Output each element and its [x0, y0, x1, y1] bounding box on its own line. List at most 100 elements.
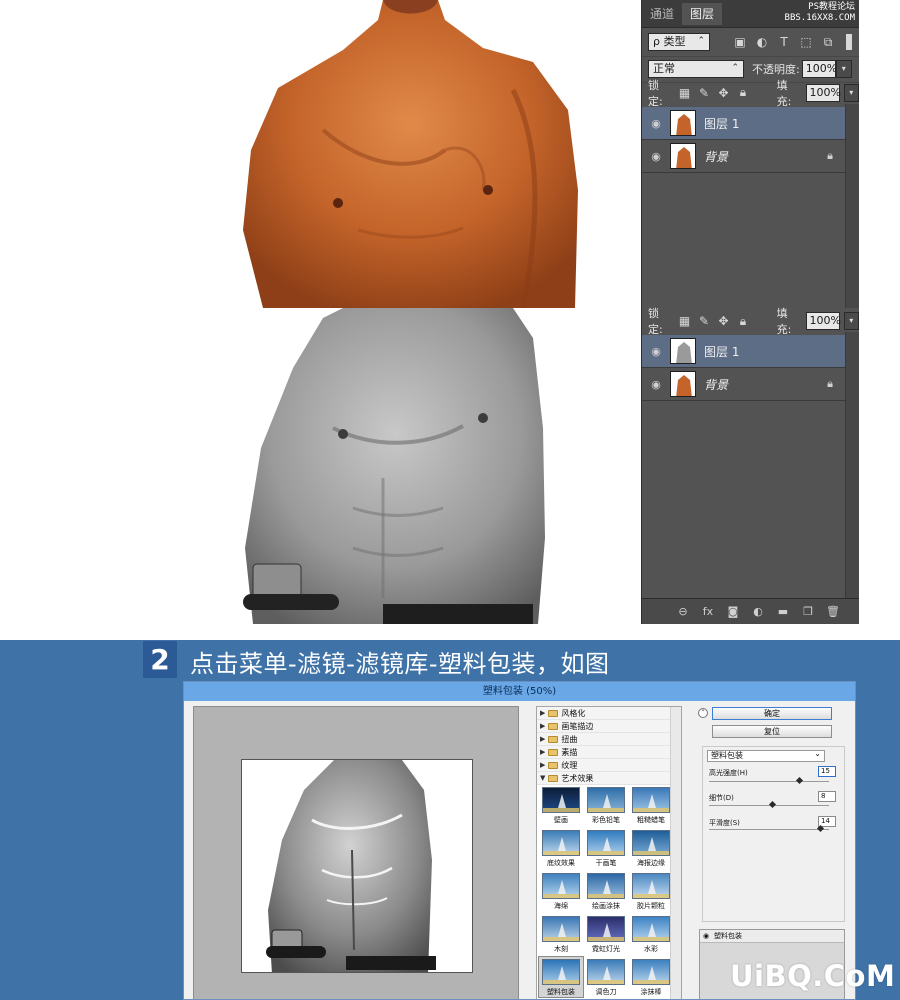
category-sketch[interactable]: ▶ 素描 — [537, 746, 681, 759]
layer-thumbnail — [670, 143, 696, 169]
filter-thumb-8[interactable]: 胶片颗粒 — [629, 871, 673, 911]
lock-position-icon[interactable]: ✥ — [716, 313, 731, 329]
link-layers-icon[interactable]: ⊖ — [675, 604, 691, 620]
smoothness-slider[interactable] — [709, 829, 829, 830]
reset-button[interactable]: 复位 — [712, 725, 832, 738]
folder-icon — [548, 748, 559, 756]
fill-input[interactable]: 100% — [805, 83, 841, 102]
filter-preview-image — [587, 830, 625, 856]
trash-icon[interactable]: 🗑︎ — [825, 604, 841, 620]
expand-triangle-icon: ▶ — [540, 721, 546, 730]
lock-transparent-icon[interactable]: ▦ — [677, 313, 692, 329]
grayscale-photo — [183, 308, 641, 624]
filter-type-select[interactable]: 塑料包装 — [707, 749, 825, 762]
layers-scrollbar[interactable] — [845, 332, 859, 598]
lock-brush-icon[interactable]: ✎ — [696, 85, 711, 101]
image-filter-icon[interactable]: ▣ — [732, 34, 748, 50]
filter-thumb-11[interactable]: 水彩 — [629, 914, 673, 954]
filter-toggle[interactable] — [846, 34, 852, 50]
layer-lock-icon: 🔒︎ — [827, 149, 833, 162]
new-adjustment-icon[interactable]: ◐ — [750, 604, 766, 620]
lock-position-icon[interactable]: ✥ — [716, 85, 731, 101]
effect-visibility-eye-icon[interactable]: ◉ — [703, 930, 709, 943]
filter-thumb-5[interactable]: 海报边缘 — [629, 828, 673, 868]
effect-layer-row[interactable]: ◉ 塑料包装 — [700, 930, 844, 943]
filter-thumb-label: 木刻 — [554, 945, 568, 953]
tab-channels[interactable]: 通道 — [642, 3, 682, 25]
filter-preview-image — [587, 787, 625, 813]
filter-thumb-2[interactable]: 粗糙蜡笔 — [629, 785, 673, 825]
layer-row-layer1[interactable]: ◉ 图层 1 — [642, 107, 845, 140]
filter-thumb-10[interactable]: 霓虹灯光 — [584, 914, 628, 954]
lock-row: 锁定: ▦ ✎ ✥ 🔒︎ 填充: 100% ▾ — [642, 79, 860, 108]
lock-transparent-icon[interactable]: ▦ — [677, 85, 692, 101]
filter-thumb-label: 调色刀 — [595, 988, 617, 996]
filter-thumb-3[interactable]: 底纹效果 — [539, 828, 583, 868]
filter-preview-image — [542, 916, 580, 942]
detail-knob[interactable] — [769, 800, 777, 809]
highlight-strength-input[interactable]: 15 — [818, 766, 836, 777]
adjustment-filter-icon[interactable]: ◐ — [754, 34, 770, 50]
color-torso-image — [183, 0, 641, 308]
tab-layers[interactable]: 图层 — [682, 2, 723, 25]
filter-thumb-12[interactable]: 塑料包装 — [538, 956, 584, 998]
new-layer-icon[interactable]: ❐ — [800, 604, 816, 620]
lock-all-icon[interactable]: 🔒︎ — [735, 313, 750, 329]
collapse-toggle-icon[interactable]: ⌃ — [698, 708, 708, 718]
category-brush-strokes[interactable]: ▶ 画笔描边 — [537, 720, 681, 733]
fill-dropdown-arrow[interactable]: ▾ — [843, 83, 860, 102]
layer-name: 背景 — [704, 377, 729, 392]
opacity-input[interactable]: 100% — [801, 60, 837, 78]
layers-scrollbar[interactable] — [845, 104, 859, 308]
category-texture[interactable]: ▶ 纹理 — [537, 759, 681, 772]
site-brand-watermark: UiBQ.CoM — [730, 959, 896, 993]
kind-filter-select[interactable]: ρ 类型 — [648, 33, 710, 51]
filter-thumb-13[interactable]: 调色刀 — [584, 957, 628, 997]
ok-button[interactable]: 确定 — [712, 707, 832, 720]
filter-thumb-1[interactable]: 彩色铅笔 — [584, 785, 628, 825]
highlight-strength-label: 高光强度(H) — [709, 769, 748, 777]
type-filter-icon[interactable]: T — [776, 34, 792, 50]
layer-thumbnail — [670, 110, 696, 136]
fill-dropdown-arrow[interactable]: ▾ — [843, 312, 860, 330]
fx-icon[interactable]: fx — [700, 604, 716, 620]
filter-thumb-label: 底纹效果 — [547, 859, 575, 867]
lock-all-icon[interactable]: 🔒︎ — [735, 85, 750, 101]
left-margin — [0, 0, 183, 640]
visibility-eye-icon[interactable]: ◉ — [642, 378, 670, 391]
filter-preview-image — [632, 787, 670, 813]
blend-mode-select[interactable]: 正常 — [648, 60, 744, 78]
filter-thumb-label: 干画笔 — [595, 859, 617, 867]
smart-object-filter-icon[interactable]: ⧉ — [820, 34, 836, 50]
add-mask-icon[interactable]: ◙ — [725, 604, 741, 620]
filter-thumb-label: 海绵 — [554, 902, 568, 910]
highlight-strength-knob[interactable] — [795, 776, 803, 785]
filter-list-scrollbar[interactable] — [670, 707, 681, 999]
visibility-eye-icon[interactable]: ◉ — [642, 345, 670, 358]
layer-row-background[interactable]: ◉ 背景 🔒︎ — [642, 368, 845, 401]
fill-input[interactable]: 100% — [805, 312, 841, 330]
visibility-eye-icon[interactable]: ◉ — [642, 150, 670, 163]
filter-thumb-0[interactable]: 壁画 — [539, 785, 583, 825]
new-group-folder-icon[interactable]: ▬ — [775, 604, 791, 620]
preview-area[interactable] — [193, 706, 519, 999]
category-artistic[interactable]: ▼ 艺术效果 — [537, 772, 681, 785]
filter-thumb-9[interactable]: 木刻 — [539, 914, 583, 954]
highlight-strength-slider[interactable] — [709, 781, 829, 782]
lock-brush-icon[interactable]: ✎ — [696, 313, 711, 329]
category-distort[interactable]: ▶ 扭曲 — [537, 733, 681, 746]
layer-row-layer1[interactable]: ◉ 图层 1 — [642, 335, 845, 368]
visibility-eye-icon[interactable]: ◉ — [642, 117, 670, 130]
filter-thumb-4[interactable]: 干画笔 — [584, 828, 628, 868]
filter-thumb-6[interactable]: 海绵 — [539, 871, 583, 911]
category-stylize[interactable]: ▶ 风格化 — [537, 707, 681, 720]
filter-thumb-14[interactable]: 涂抹棒 — [629, 957, 673, 997]
layer-row-background[interactable]: ◉ 背景 🔒︎ — [642, 140, 845, 173]
opacity-label: 不透明度: — [752, 63, 800, 76]
opacity-dropdown-arrow[interactable]: ▾ — [835, 60, 852, 78]
detail-input[interactable]: 8 — [818, 791, 836, 802]
preview-canvas — [241, 759, 473, 973]
filter-thumb-7[interactable]: 绘画涂抹 — [584, 871, 628, 911]
shape-filter-icon[interactable]: ⬚ — [798, 34, 814, 50]
plastic-wrap-preview-image — [242, 760, 472, 972]
